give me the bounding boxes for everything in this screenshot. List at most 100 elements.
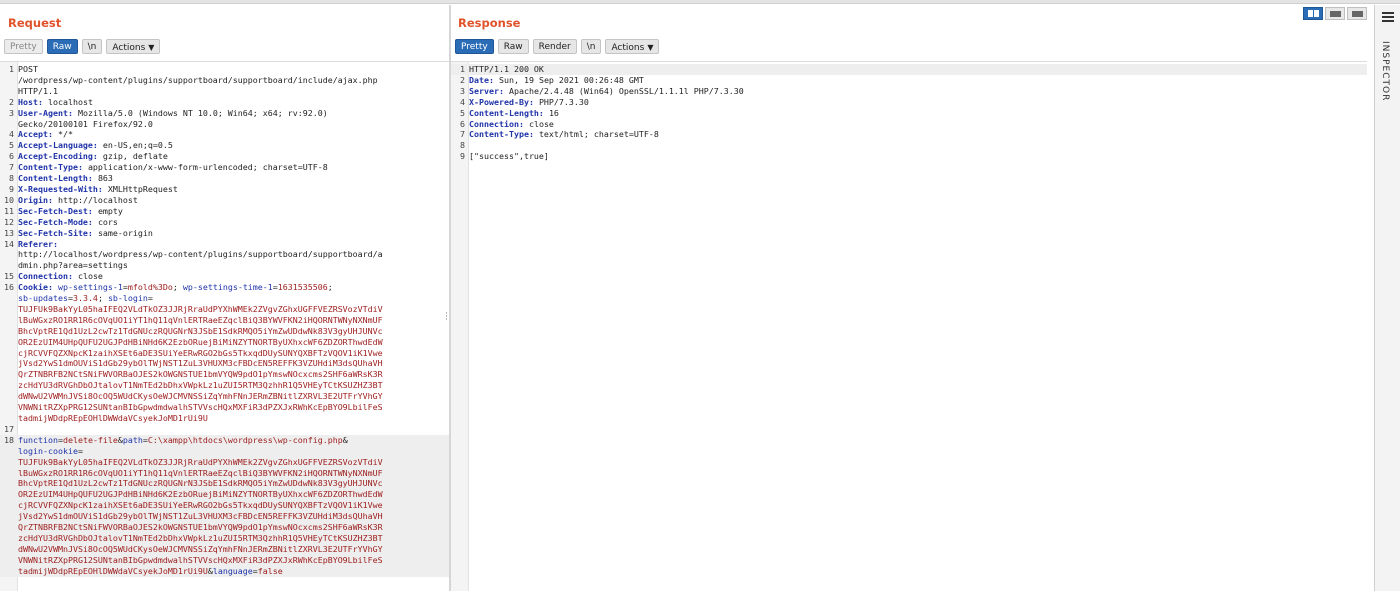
line-number: 4 <box>460 96 465 107</box>
code-line[interactable]: 4 Accept: */* <box>0 129 450 140</box>
code-line[interactable]: 10 Origin: http://localhost <box>0 195 450 206</box>
line-number: 1 <box>460 64 465 74</box>
code-line[interactable]: 9 ["success",true] <box>451 151 1367 162</box>
code-token: wp-settings-1 <box>57 282 123 293</box>
code-token: Sec-Fetch-Mode: <box>18 216 98 227</box>
response-pretty-button[interactable]: Pretty <box>455 39 494 54</box>
code-token: function <box>18 434 58 445</box>
inspector-label[interactable]: INSPECTOR <box>1380 41 1390 101</box>
line-number: 12 <box>4 216 14 227</box>
code-line[interactable]: 7 Content-Type: text/html; charset=UTF-8 <box>451 129 1367 140</box>
code-line[interactable]: 3 User-Agent: Mozilla/5.0 (Windows NT 10.… <box>0 108 450 130</box>
code-line[interactable]: 1 POST /wordpress/wp-content/plugins/supp… <box>0 64 450 97</box>
response-newline-button[interactable]: \n <box>580 39 602 54</box>
line-content: Date: Sun, 19 Sep 2021 00:26:48 GMT <box>469 75 1367 86</box>
line-content: function=delete-file&path=C:\xampp\htdoc… <box>18 435 450 577</box>
line-content: Server: Apache/2.4.48 (Win64) OpenSSL/1.… <box>469 86 1367 97</box>
code-line[interactable]: 14 Referer: http://localhost/wordpress/wp… <box>0 239 450 272</box>
code-token: Date: <box>469 74 499 85</box>
code-line[interactable]: 1 HTTP/1.1 200 OK <box>451 64 1367 75</box>
line-number: 11 <box>4 205 14 216</box>
code-line[interactable]: 16 Cookie: wp-settings-1 =mfold%3Do; wp-se… <box>0 282 450 424</box>
line-content: Sec-Fetch-Site: same-origin <box>18 228 450 239</box>
code-line[interactable]: 7 Content-Type: application/x-www-form-ur… <box>0 162 450 173</box>
columns-icon[interactable] <box>1303 7 1323 20</box>
code-line[interactable]: 2 Host: localhost <box>0 97 450 108</box>
code-token: 1631535506 <box>277 282 328 293</box>
code-token: close <box>77 271 103 282</box>
code-token: X-Requested-With: <box>18 183 108 194</box>
request-actions-button[interactable]: Actions ▼ <box>106 39 161 54</box>
code-line[interactable]: 8 <box>451 140 1367 151</box>
line-number: 5 <box>460 107 465 118</box>
code-token: empty <box>97 205 123 216</box>
code-line[interactable]: 15 Connection: close <box>0 271 450 282</box>
code-token: Content-Length: <box>469 107 549 118</box>
code-token: = <box>77 445 83 456</box>
drag-dots-icon[interactable]: · · · <box>445 310 448 325</box>
request-toolbar: Pretty Raw \n Actions ▼ <box>4 39 161 54</box>
line-content: Referer: http://localhost/wordpress/wp-c… <box>18 239 450 272</box>
rows-icon[interactable] <box>1325 7 1345 20</box>
code-token: sb-updates <box>18 293 68 304</box>
code-line[interactable]: 4 X-Powered-By: PHP/7.3.30 <box>451 97 1367 108</box>
code-token: Content-Length: <box>18 173 98 184</box>
request-newline-button[interactable]: \n <box>81 39 103 54</box>
code-token: */* <box>57 129 73 140</box>
code-token: User-Agent: <box>18 107 78 118</box>
code-token: Cookie: <box>18 282 58 293</box>
code-token: Origin: <box>18 194 58 205</box>
request-editor[interactable]: 1 POST /wordpress/wp-content/plugins/supp… <box>0 61 450 591</box>
code-line[interactable]: 3 Server: Apache/2.4.48 (Win64) OpenSSL/1… <box>451 86 1367 97</box>
line-number: 3 <box>9 107 14 118</box>
code-token: localhost <box>47 96 93 107</box>
request-pretty-button[interactable]: Pretty <box>4 39 43 54</box>
request-raw-button[interactable]: Raw <box>46 39 78 54</box>
chevron-down-icon: ▼ <box>647 43 654 52</box>
code-line[interactable]: 5 Accept-Language: en-US,en;q=0.5 <box>0 140 450 151</box>
line-content: POST /wordpress/wp-content/plugins/suppo… <box>18 64 450 97</box>
code-line[interactable]: 11 Sec-Fetch-Dest: empty <box>0 206 450 217</box>
line-number: 6 <box>460 118 465 129</box>
response-actions-button[interactable]: Actions ▼ <box>605 39 660 54</box>
response-render-button[interactable]: Render <box>532 39 577 54</box>
tabs-icon[interactable] <box>1347 7 1367 20</box>
code-line[interactable]: 6 Connection: close <box>451 119 1367 130</box>
line-number: 5 <box>9 140 14 151</box>
code-line[interactable]: 2 Date: Sun, 19 Sep 2021 00:26:48 GMT <box>451 75 1367 86</box>
line-content: Host: localhost <box>18 97 450 108</box>
code-token: ; <box>327 282 333 293</box>
code-token: Content-Type: <box>469 129 539 140</box>
code-token: ["success",true] <box>469 151 549 162</box>
code-line[interactable]: 8 Content-Length: 863 <box>0 173 450 184</box>
code-line[interactable]: 9 X-Requested-With: XMLHttpRequest <box>0 184 450 195</box>
response-editor[interactable]: 1 HTTP/1.1 200 OK 2 Date: Sun, 19 Sep 2021 … <box>451 61 1367 591</box>
code-line[interactable]: 17 <box>0 424 450 435</box>
line-content: Content-Length: 16 <box>469 108 1367 119</box>
code-token: same-origin <box>97 227 153 238</box>
response-actions-label: Actions <box>611 43 645 53</box>
code-line[interactable]: 18 function=delete-file&path=C:\xampp\htd… <box>0 434 450 577</box>
line-content: Connection: close <box>18 271 450 282</box>
response-pane: Response Pretty Raw Render \n Actions ▼ 1… <box>451 5 1367 591</box>
code-line[interactable]: 5 Content-Length: 16 <box>451 108 1367 119</box>
line-content: Origin: http://localhost <box>18 195 450 206</box>
request-title: Request <box>8 16 62 30</box>
line-number: 8 <box>460 140 465 151</box>
inspector-sidebar[interactable]: INSPECTOR <box>1374 5 1400 591</box>
code-line[interactable]: 13 Sec-Fetch-Site: same-origin <box>0 228 450 239</box>
menu-icon[interactable] <box>1382 12 1394 24</box>
code-token: POST /wordpress/wp-content/plugins/suppo… <box>18 64 378 96</box>
response-raw-button[interactable]: Raw <box>497 39 529 54</box>
code-token: mfold%3Do <box>127 282 173 293</box>
code-token: Accept: <box>18 129 58 140</box>
line-number: 6 <box>9 151 14 162</box>
code-line[interactable]: 12 Sec-Fetch-Mode: cors <box>0 217 450 228</box>
code-token: Content-Type: <box>18 162 88 173</box>
line-content: Content-Type: text/html; charset=UTF-8 <box>469 129 1367 140</box>
code-line[interactable]: 6 Accept-Encoding: gzip, deflate <box>0 151 450 162</box>
request-lines: 1 POST /wordpress/wp-content/plugins/supp… <box>0 64 450 577</box>
line-number: 2 <box>9 96 14 107</box>
response-toolbar: Pretty Raw Render \n Actions ▼ <box>455 39 660 54</box>
line-number: 7 <box>460 129 465 140</box>
